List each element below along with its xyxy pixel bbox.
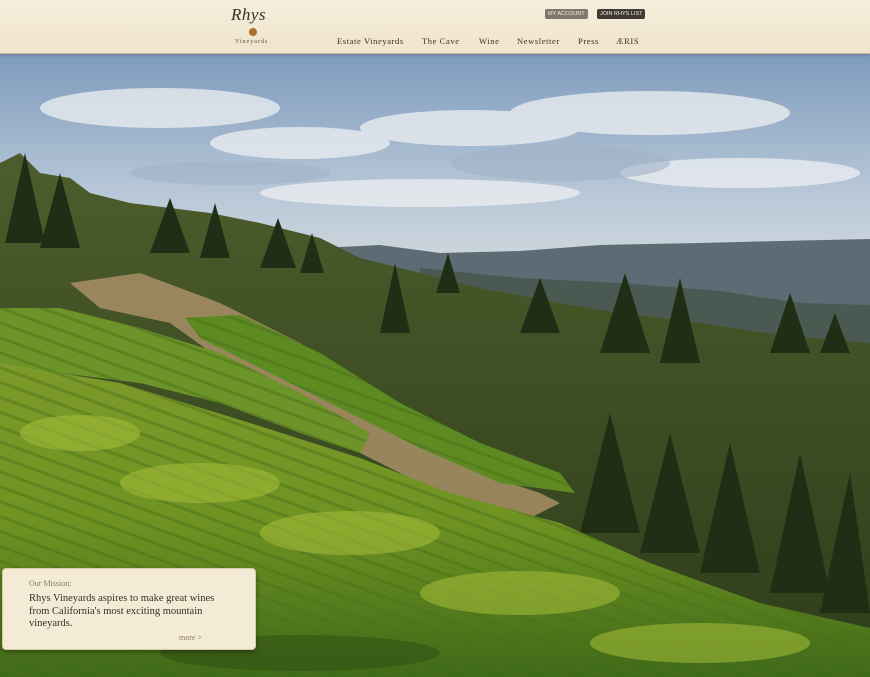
mission-card: Our Mission: Rhys Vineyards aspires to m… [2,568,256,650]
join-list-button[interactable]: JOIN RHYS LIST [597,9,646,19]
nav-press[interactable]: Press [578,36,599,46]
nav-aeris[interactable]: ÆRIS [616,36,639,46]
mission-more-link[interactable]: more > [179,633,202,642]
nav-newsletter[interactable]: Newsletter [517,36,560,46]
site-header: Rhys Vineyards MY ACCOUNT JOIN RHYS LIST… [0,0,870,54]
logo-subtitle: Vineyards [235,39,269,45]
mission-text: Rhys Vineyards aspires to make great win… [29,593,215,629]
my-account-button[interactable]: MY ACCOUNT [545,9,588,19]
nav-the-cave[interactable]: The Cave [422,36,460,46]
nav-estate-vineyards[interactable]: Estate Vineyards [337,36,404,46]
nav-wine[interactable]: Wine [479,36,499,46]
logo-wordmark[interactable]: Rhys [231,5,266,25]
logo-dot-icon [249,28,257,36]
mission-label: Our Mission: [29,579,72,588]
